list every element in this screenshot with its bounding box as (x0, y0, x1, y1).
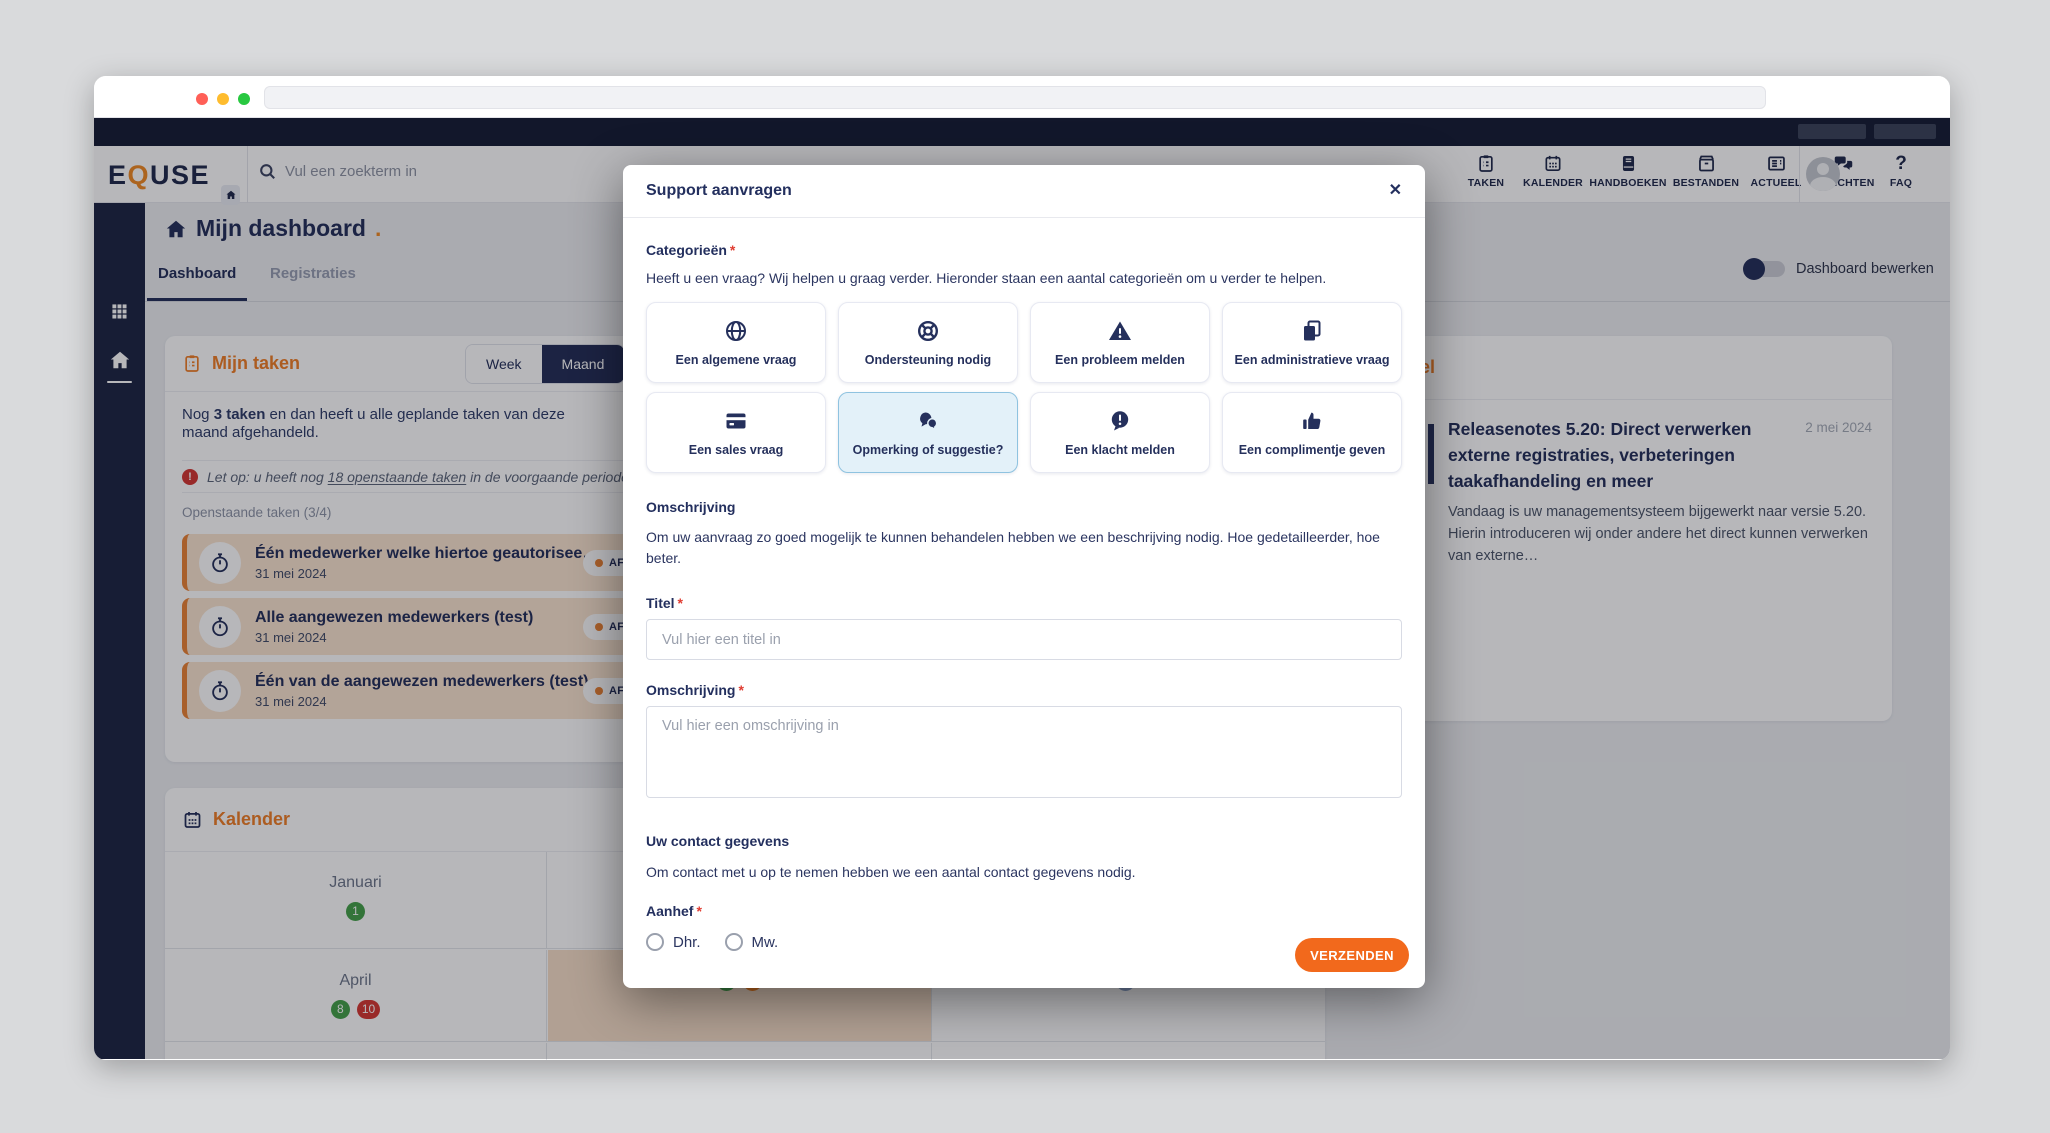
categories-help-text: Heeft u een vraag? Wij helpen u graag ve… (646, 270, 1402, 286)
category-ondersteuning[interactable]: Ondersteuning nodig (838, 302, 1018, 383)
life-ring-icon (916, 318, 940, 344)
close-window-button[interactable] (196, 93, 208, 105)
category-label: Een sales vraag (683, 443, 790, 457)
category-klacht-melden[interactable]: Een klacht melden (1030, 392, 1210, 473)
title-field-label: Titel* (646, 595, 1402, 611)
title-input[interactable] (646, 619, 1402, 660)
description-field-label: Omschrijving* (646, 682, 1402, 698)
category-label: Een complimentje geven (1233, 443, 1392, 457)
required-mark: * (678, 595, 683, 611)
required-mark: * (730, 242, 735, 258)
required-mark: * (696, 903, 701, 919)
required-mark: * (738, 682, 743, 698)
description-help-text: Om uw aanvraag zo goed mogelijk te kunne… (646, 527, 1402, 569)
thumbs-up-icon (1300, 408, 1324, 434)
exclamation-bubble-icon (1108, 408, 1132, 434)
category-label: Opmerking of suggestie? (847, 443, 1010, 457)
modal-header: Support aanvragen ✕ (623, 165, 1425, 218)
category-label: Een algemene vraag (670, 353, 803, 367)
category-administratieve-vraag[interactable]: Een administratieve vraag (1222, 302, 1402, 383)
submit-button[interactable]: VERZENDEN (1295, 938, 1409, 972)
chat-bubbles-icon (915, 408, 941, 434)
categories-label: Categorieën* (646, 218, 1402, 258)
close-icon[interactable]: ✕ (1389, 183, 1402, 199)
category-algemene-vraag[interactable]: Een algemene vraag (646, 302, 826, 383)
description-heading: Omschrijving (646, 499, 1402, 515)
category-probleem-melden[interactable]: Een probleem melden (1030, 302, 1210, 383)
salutation-label: Aanhef* (646, 903, 1402, 919)
category-label: Ondersteuning nodig (859, 353, 997, 367)
description-textarea[interactable] (646, 706, 1402, 798)
credit-card-icon (723, 408, 749, 434)
zoom-window-button[interactable] (238, 93, 250, 105)
category-label: Een klacht melden (1059, 443, 1181, 457)
category-label: Een administratieve vraag (1229, 353, 1396, 367)
browser-chrome (94, 76, 1950, 118)
contact-heading: Uw contact gegevens (646, 833, 1402, 849)
copy-pages-icon (1300, 318, 1324, 344)
warning-triangle-icon (1107, 318, 1133, 344)
globe-icon (724, 318, 748, 344)
contact-help-text: Om contact met u op te nemen hebben we e… (646, 862, 1402, 883)
category-grid: Een algemene vraag Ondersteuning nodig E… (646, 302, 1402, 473)
modal-title: Support aanvragen (646, 182, 792, 200)
category-opmerking-suggestie[interactable]: Opmerking of suggestie? (838, 392, 1018, 473)
category-label: Een probleem melden (1049, 353, 1191, 367)
support-modal: Support aanvragen ✕ Categorieën* Heeft u… (623, 165, 1425, 988)
category-sales-vraag[interactable]: Een sales vraag (646, 392, 826, 473)
modal-footer: VERZENDEN (623, 938, 1425, 972)
url-bar[interactable] (264, 86, 1766, 109)
minimize-window-button[interactable] (217, 93, 229, 105)
category-complimentje-geven[interactable]: Een complimentje geven (1222, 392, 1402, 473)
modal-body: Categorieën* Heeft u een vraag? Wij help… (623, 218, 1425, 988)
